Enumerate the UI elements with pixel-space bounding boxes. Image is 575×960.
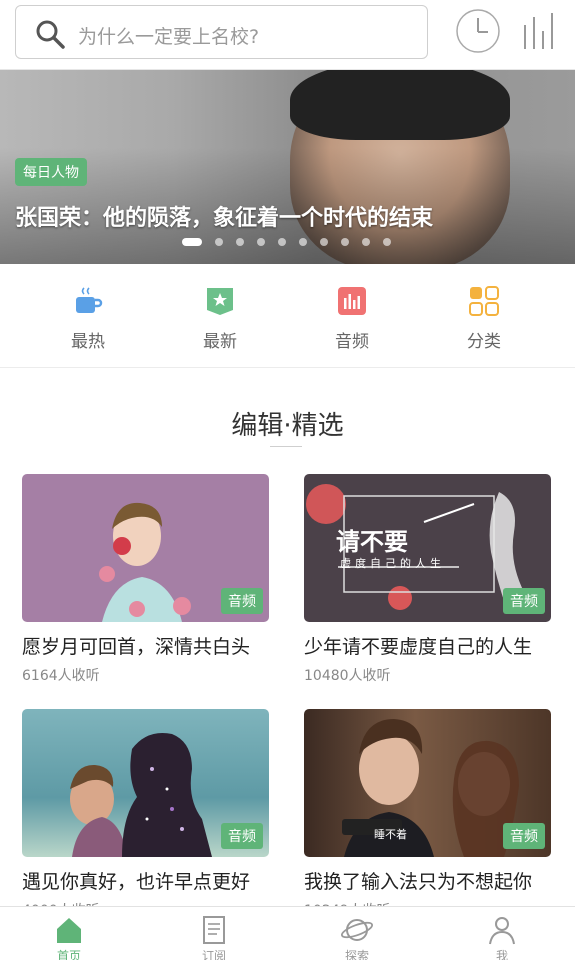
top-bar: 为什么一定要上名校? bbox=[0, 0, 575, 70]
category-label: 音频 bbox=[335, 332, 369, 352]
banner-tag: 每日人物 bbox=[15, 158, 87, 186]
history-icon[interactable] bbox=[455, 8, 501, 54]
person-icon bbox=[489, 917, 515, 945]
carousel-dot[interactable] bbox=[182, 238, 202, 246]
search-bar[interactable]: 为什么一定要上名校? bbox=[15, 5, 428, 59]
card-title: 遇见你真好，也许早点更好 bbox=[22, 871, 251, 893]
nav-label: 首页 bbox=[56, 949, 81, 960]
search-icon bbox=[36, 20, 65, 49]
audio-badge: 音频 bbox=[221, 823, 263, 849]
nav-subscribe[interactable]: 订阅 bbox=[184, 915, 244, 960]
card-image-caption: 睡不着 bbox=[374, 828, 407, 841]
nav-home[interactable]: 首页 bbox=[39, 915, 99, 960]
category-label: 分类 bbox=[467, 332, 501, 352]
category-label: 最热 bbox=[71, 332, 105, 352]
card-image-subline: 虚度自己的人生 bbox=[340, 557, 445, 570]
category-classify[interactable]: 分类 bbox=[418, 282, 550, 362]
card-title: 我换了输入法只为不想起你 bbox=[304, 871, 533, 893]
carousel-dot[interactable] bbox=[299, 238, 307, 246]
planet-explore-icon bbox=[340, 919, 374, 941]
category-row: 最热 最新 音频 分类 bbox=[0, 264, 575, 368]
banner-carousel[interactable]: 每日人物 张国荣：他的陨落，象征着一个时代的结束 bbox=[0, 70, 575, 264]
card-listen-count: 10480人收听 bbox=[304, 668, 391, 684]
nav-me[interactable]: 我 bbox=[472, 915, 532, 960]
carousel-dot[interactable] bbox=[215, 238, 223, 246]
audio-bars-icon bbox=[338, 287, 366, 315]
category-hot[interactable]: 最热 bbox=[22, 282, 154, 362]
bottom-nav: 首页 订阅 探索 我 bbox=[0, 906, 575, 960]
section-divider bbox=[270, 446, 302, 447]
subscribe-book-icon bbox=[203, 916, 225, 944]
section-title: 编辑·精选 bbox=[231, 411, 344, 441]
coffee-cup-icon bbox=[76, 287, 103, 313]
card-title: 少年请不要虚度自己的人生 bbox=[304, 636, 533, 658]
search-placeholder: 为什么一定要上名校? bbox=[78, 26, 260, 48]
rank-bars-icon[interactable] bbox=[522, 11, 556, 51]
nav-label: 探索 bbox=[344, 949, 369, 960]
grid-category-icon bbox=[469, 286, 499, 316]
carousel-dot[interactable] bbox=[257, 238, 265, 246]
nav-label: 我 bbox=[495, 949, 508, 960]
category-label: 最新 bbox=[203, 332, 237, 352]
carousel-dot[interactable] bbox=[278, 238, 286, 246]
category-audio[interactable]: 音频 bbox=[286, 282, 418, 362]
audio-badge: 音频 bbox=[503, 588, 545, 614]
carousel-dot[interactable] bbox=[341, 238, 349, 246]
card-image-headline: 请不要 bbox=[336, 528, 408, 556]
category-new[interactable]: 最新 bbox=[154, 282, 286, 362]
nav-label: 订阅 bbox=[201, 949, 226, 960]
card-listen-count: 6164人收听 bbox=[22, 668, 100, 684]
carousel-dot[interactable] bbox=[320, 238, 328, 246]
nav-explore[interactable]: 探索 bbox=[327, 915, 387, 960]
banner-title: 张国荣：他的陨落，象征着一个时代的结束 bbox=[15, 206, 434, 231]
carousel-dot[interactable] bbox=[236, 238, 244, 246]
audio-badge: 音频 bbox=[503, 823, 545, 849]
home-icon bbox=[57, 918, 81, 943]
new-star-badge-icon bbox=[207, 288, 233, 315]
carousel-dot[interactable] bbox=[362, 238, 370, 246]
audio-badge: 音频 bbox=[221, 588, 263, 614]
card-title: 愿岁月可回首，深情共白头 bbox=[22, 636, 251, 658]
carousel-dot[interactable] bbox=[383, 238, 391, 246]
carousel-dots bbox=[182, 237, 404, 247]
